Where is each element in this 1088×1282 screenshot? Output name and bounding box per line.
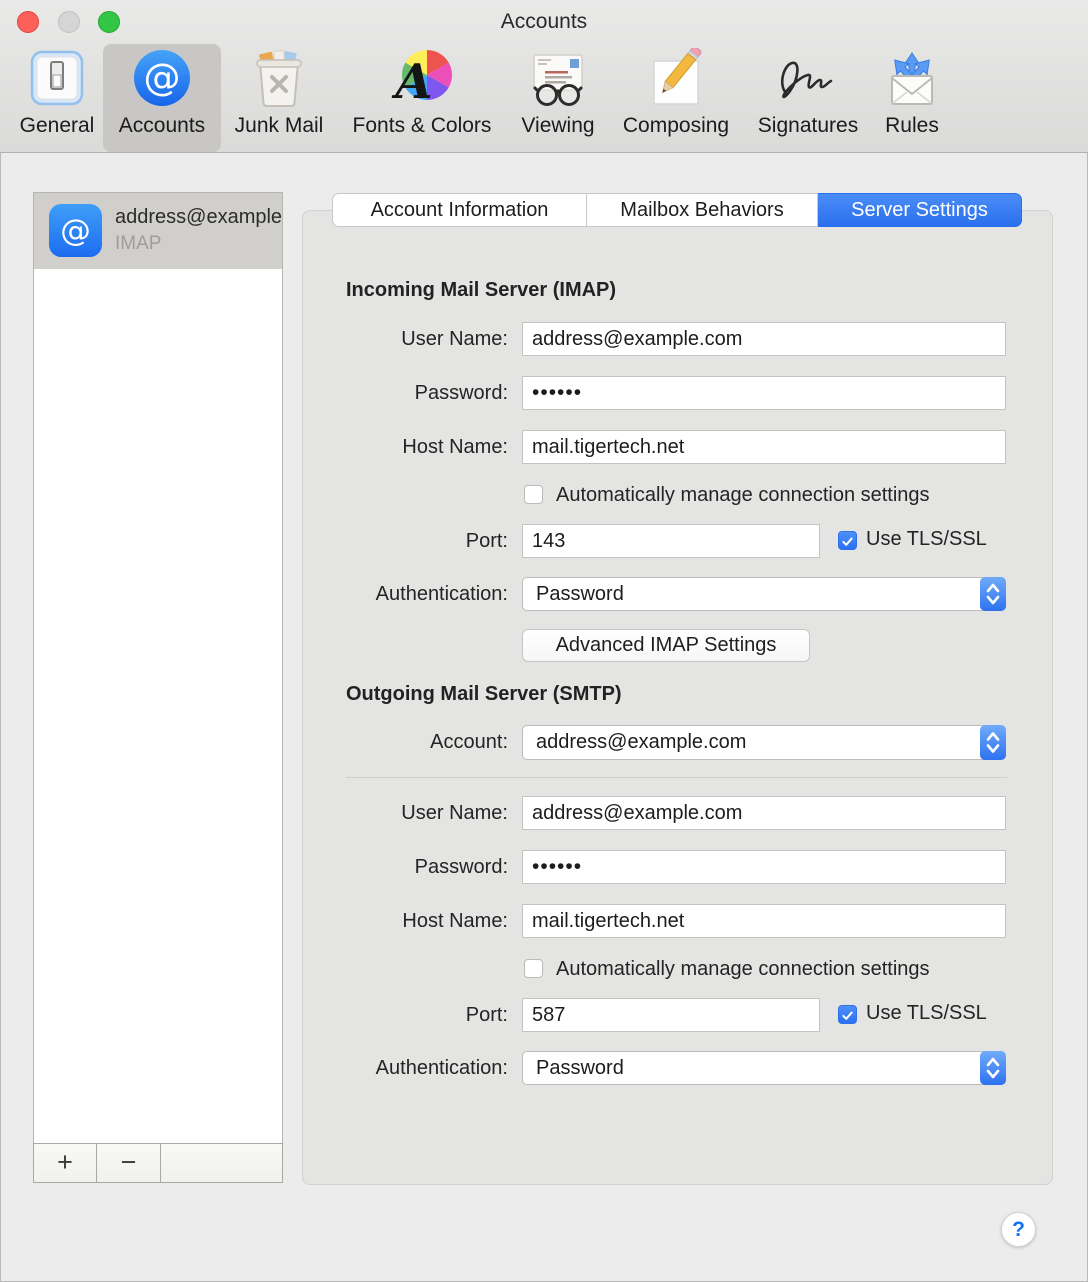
toolbar-label: Fonts & Colors [340, 113, 504, 139]
account-tabs: Account Information Mailbox Behaviors Se… [332, 193, 1022, 227]
tab-server-settings[interactable]: Server Settings [818, 193, 1022, 227]
check-icon [840, 1008, 855, 1023]
selected-option: Password [536, 578, 624, 610]
chevron-up-down-icon [980, 577, 1006, 611]
toolbar-item-general[interactable]: General [13, 44, 101, 152]
toolbar-item-composing[interactable]: Composing [612, 44, 740, 152]
svg-text:@: @ [144, 56, 181, 99]
add-account-button[interactable]: + [34, 1144, 97, 1182]
accounts-icon: @ [130, 48, 194, 112]
outgoing-authentication-select[interactable]: Password [522, 1051, 1006, 1085]
signatures-icon [776, 48, 840, 112]
incoming-tls-checkbox[interactable] [838, 531, 857, 550]
outgoing-password-input[interactable] [522, 850, 1006, 884]
outgoing-port-label: Port: [302, 998, 508, 1032]
preferences-window: Accounts General @ Accounts [0, 0, 1088, 1282]
selected-option: Password [536, 1052, 624, 1084]
composing-icon [644, 48, 708, 112]
outgoing-account-label: Account: [302, 725, 508, 759]
toolbar-label: General [13, 113, 101, 139]
toolbar-label: Rules [878, 113, 946, 139]
outgoing-port-input[interactable] [522, 998, 820, 1032]
toolbar-label: Signatures [746, 113, 870, 139]
incoming-port-label: Port: [302, 524, 508, 558]
general-icon [25, 48, 89, 112]
window-title: Accounts [0, 10, 1088, 34]
toolbar-item-signatures[interactable]: Signatures [746, 44, 870, 152]
outgoing-host-name-label: Host Name: [302, 904, 508, 938]
sidebar-action-bar: + − [33, 1143, 283, 1183]
advanced-imap-settings-button[interactable]: Advanced IMAP Settings [522, 629, 810, 662]
incoming-tls-label: Use TLS/SSL [866, 528, 987, 551]
outgoing-host-name-input[interactable] [522, 904, 1006, 938]
outgoing-authentication-label: Authentication: [302, 1051, 508, 1085]
incoming-authentication-label: Authentication: [302, 577, 508, 611]
svg-text:A: A [391, 54, 432, 110]
incoming-auto-manage-label: Automatically manage connection settings [556, 484, 930, 507]
incoming-password-label: Password: [302, 376, 508, 410]
toolbar-item-rules[interactable]: Rules [878, 44, 946, 152]
toolbar-item-fonts-colors[interactable]: A Fonts & Colors [340, 44, 504, 152]
viewing-icon [526, 48, 590, 112]
toolbar-label: Composing [612, 113, 740, 139]
svg-text:@: @ [60, 214, 91, 249]
toolbar-label: Junk Mail [226, 113, 332, 139]
remove-account-button[interactable]: − [97, 1144, 161, 1182]
rules-icon [880, 48, 944, 112]
account-type: IMAP [115, 233, 161, 255]
tab-mailbox-behaviors[interactable]: Mailbox Behaviors [587, 193, 818, 227]
incoming-user-name-input[interactable] [522, 322, 1006, 356]
outgoing-tls-label: Use TLS/SSL [866, 1002, 987, 1025]
toolbar-item-accounts[interactable]: @ Accounts [103, 44, 221, 152]
incoming-password-input[interactable] [522, 376, 1006, 410]
outgoing-section-heading: Outgoing Mail Server (SMTP) [346, 683, 622, 706]
fonts-colors-icon: A [390, 48, 454, 112]
account-list-item[interactable]: @ address@example.com IMAP [34, 193, 282, 269]
toolbar-label: Viewing [512, 113, 604, 139]
account-name: address@example.com [115, 206, 282, 229]
incoming-auto-manage-checkbox[interactable] [524, 485, 543, 504]
selected-option: address@example.com [536, 726, 746, 759]
at-badge-icon: @ [49, 204, 102, 257]
chevron-up-down-icon [980, 1051, 1006, 1085]
outgoing-user-name-label: User Name: [302, 796, 508, 830]
outgoing-password-label: Password: [302, 850, 508, 884]
incoming-user-name-label: User Name: [302, 322, 508, 356]
outgoing-account-select[interactable]: address@example.com [522, 725, 1006, 760]
outgoing-auto-manage-checkbox[interactable] [524, 959, 543, 978]
incoming-authentication-select[interactable]: Password [522, 577, 1006, 611]
sidebar-action-spacer [161, 1144, 282, 1182]
outgoing-auto-manage-label: Automatically manage connection settings [556, 958, 930, 981]
outgoing-tls-checkbox[interactable] [838, 1005, 857, 1024]
check-icon [840, 534, 855, 549]
titlebar-toolbar: Accounts General @ Accounts [0, 0, 1088, 153]
toolbar-label: Accounts [103, 113, 221, 139]
smtp-divider [346, 777, 1007, 778]
incoming-host-name-label: Host Name: [302, 430, 508, 464]
junk-mail-icon [247, 48, 311, 112]
tab-account-information[interactable]: Account Information [332, 193, 587, 227]
toolbar-item-junk-mail[interactable]: Junk Mail [226, 44, 332, 152]
chevron-up-down-icon [980, 725, 1006, 760]
outgoing-user-name-input[interactable] [522, 796, 1006, 830]
incoming-host-name-input[interactable] [522, 430, 1006, 464]
help-button[interactable]: ? [1001, 1212, 1036, 1247]
toolbar-item-viewing[interactable]: Viewing [512, 44, 604, 152]
accounts-sidebar: @ address@example.com IMAP + − [33, 192, 283, 1183]
incoming-section-heading: Incoming Mail Server (IMAP) [346, 279, 616, 302]
incoming-port-input[interactable] [522, 524, 820, 558]
